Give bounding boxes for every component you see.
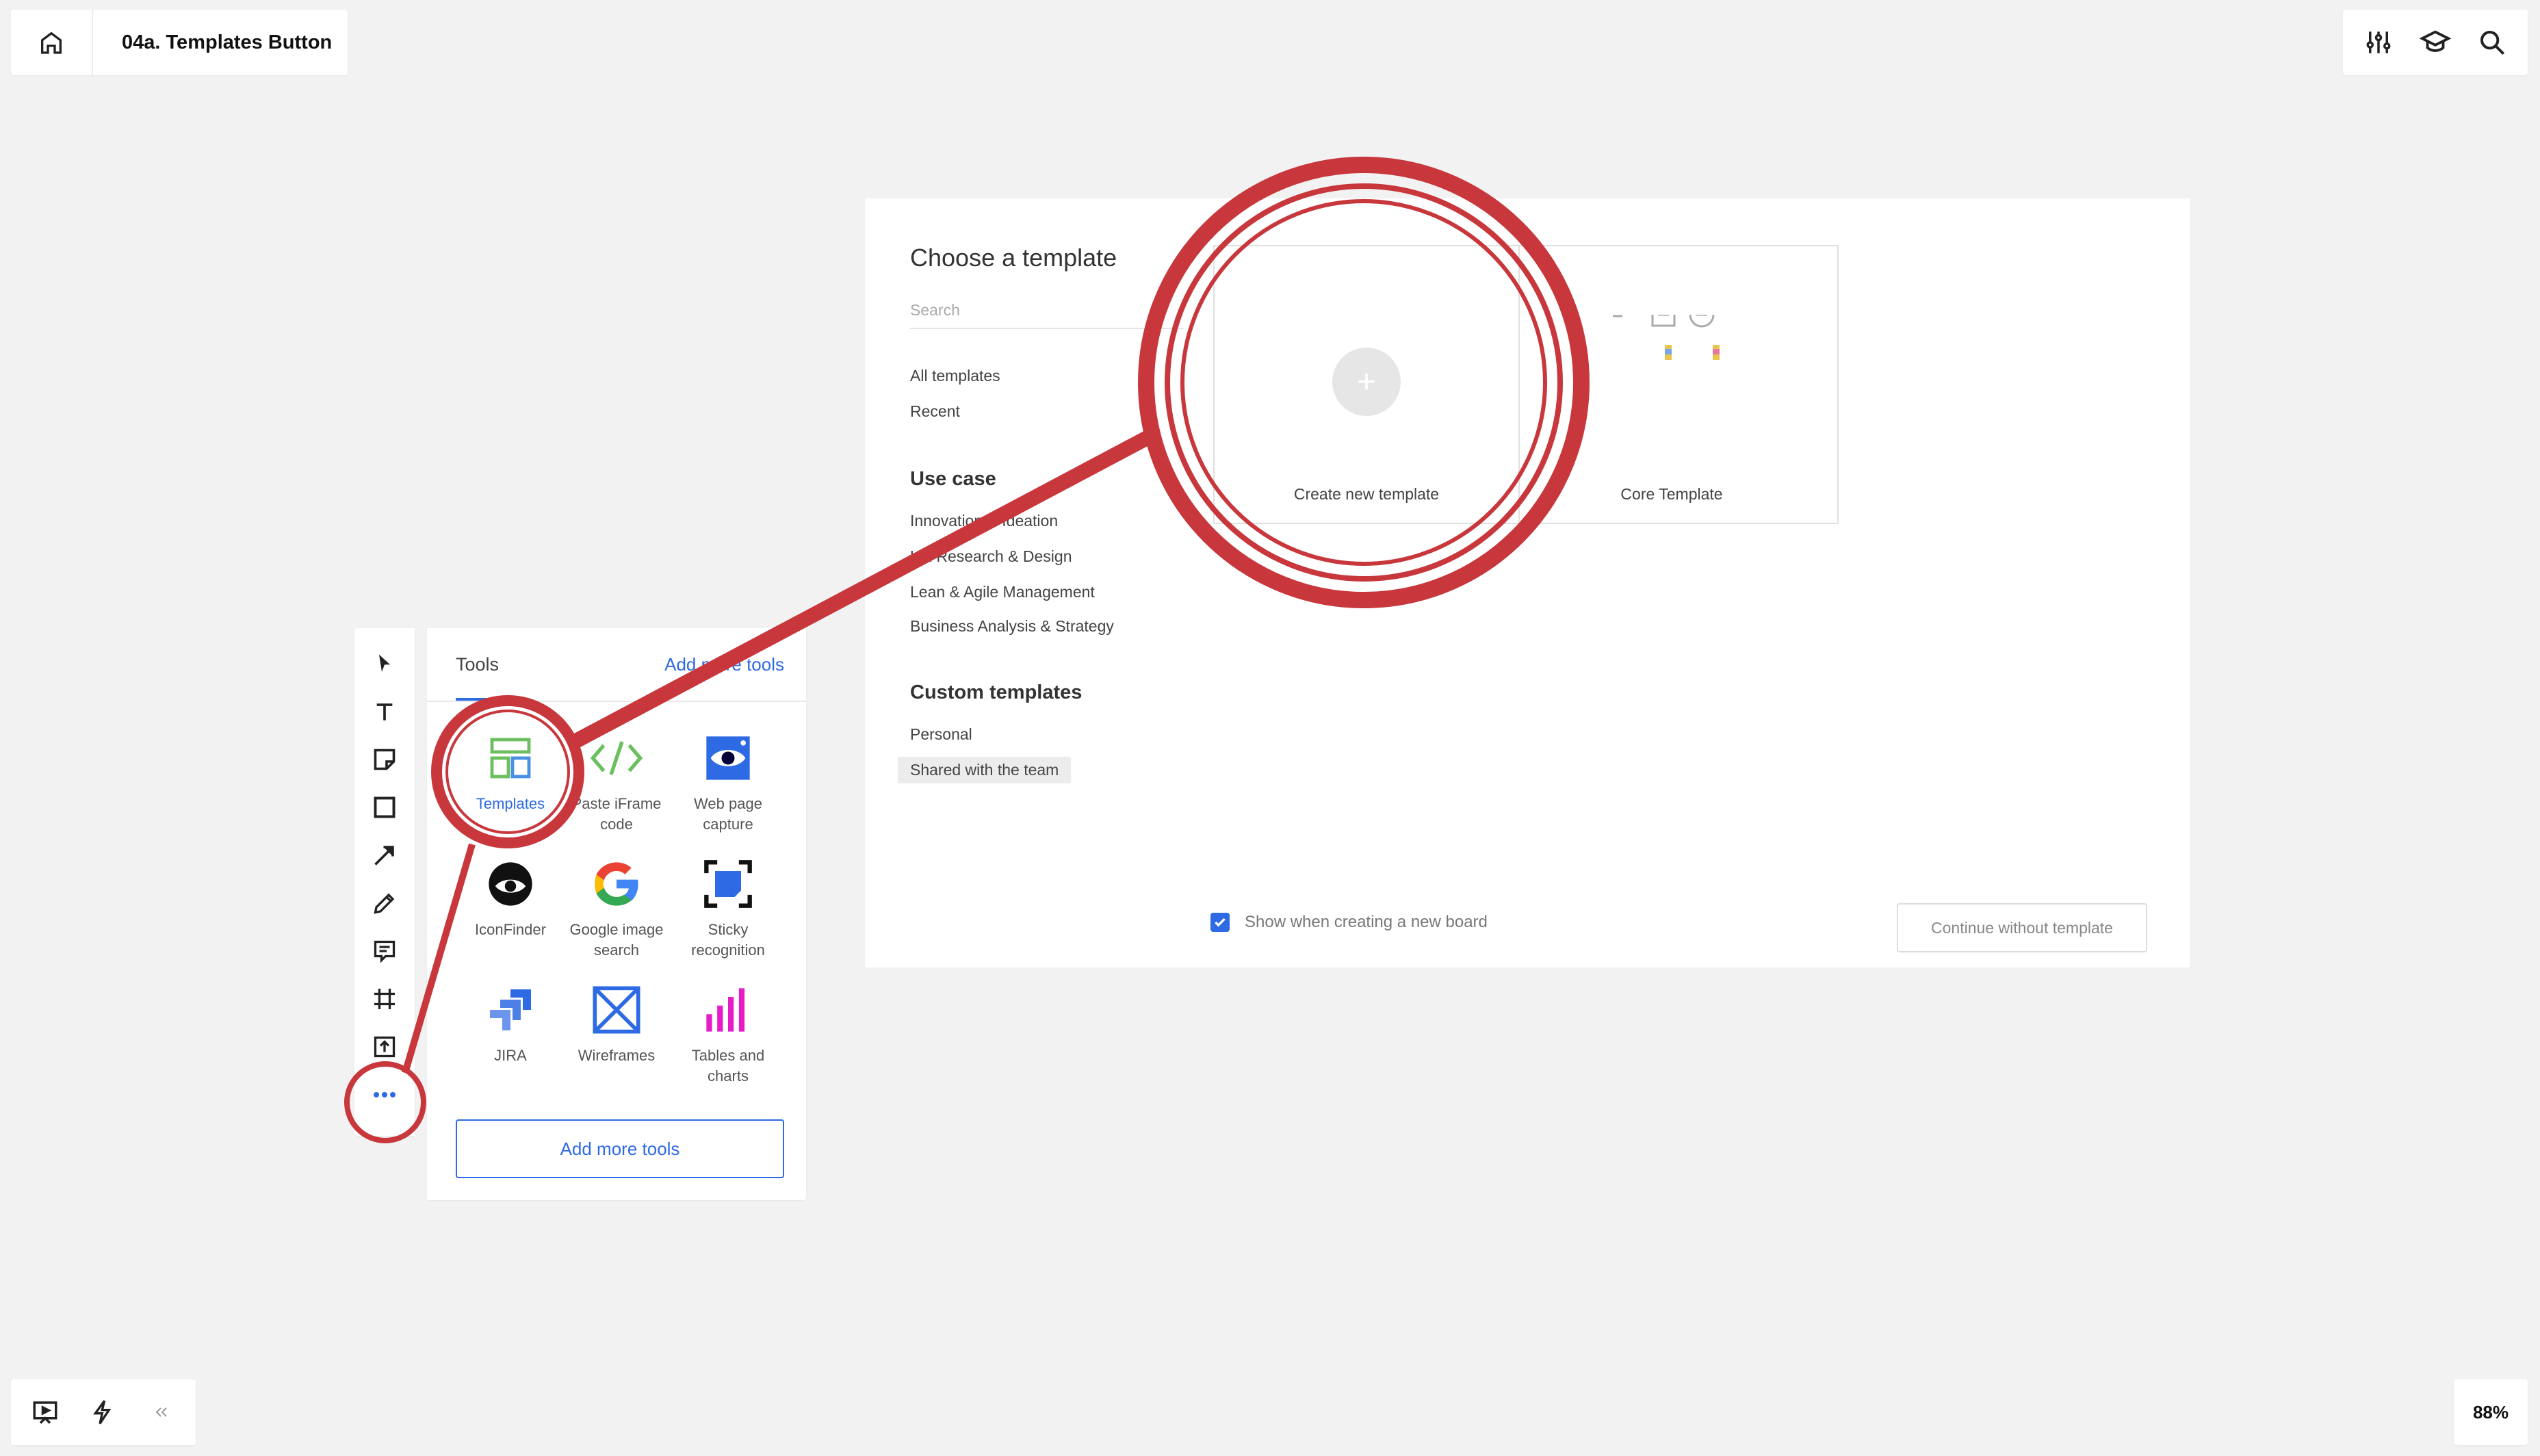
left-toolbar	[354, 628, 415, 1136]
template-cards: + Create new template Core Template	[1213, 245, 1839, 524]
eye-icon	[701, 731, 755, 785]
template-picker-modal: Choose a template Search All templates R…	[865, 198, 2190, 967]
tool-jira[interactable]: JIRA	[456, 983, 565, 1066]
checkbox-checked-icon[interactable]	[1210, 913, 1230, 932]
pen-icon[interactable]	[364, 883, 405, 924]
template-search-input[interactable]: Search	[910, 301, 1184, 329]
iconfinder-icon	[483, 857, 538, 911]
top-right-toolbar	[2343, 10, 2528, 75]
continue-without-template-button[interactable]: Continue without template	[1897, 903, 2147, 952]
tool-label: JIRA	[494, 1047, 527, 1064]
tool-label: Templates	[476, 795, 545, 812]
tab-tools[interactable]: Tools	[456, 654, 499, 675]
board-title[interactable]: 04a. Templates Button	[122, 31, 332, 54]
tool-label: Tables and charts	[691, 1047, 765, 1084]
more-tools-icon[interactable]	[364, 1074, 405, 1115]
core-template-card[interactable]: Core Template	[1518, 246, 1824, 523]
modal-title: Choose a template	[910, 244, 1117, 272]
settings-sliders-icon[interactable]	[2359, 23, 2398, 62]
connection-arrow-icon[interactable]	[364, 835, 405, 876]
plus-icon: +	[1332, 348, 1401, 416]
add-more-tools-button[interactable]: Add more tools	[456, 1119, 784, 1178]
use-case-item[interactable]: UX Research & Design	[910, 547, 1072, 566]
chart-icon	[701, 983, 755, 1037]
header-divider	[92, 10, 93, 75]
tool-web-page-capture[interactable]: Web page capture	[673, 731, 783, 835]
tool-label: Web page capture	[694, 795, 762, 833]
jira-icon	[483, 983, 538, 1037]
tool-label: IconFinder	[475, 921, 546, 938]
frame-icon[interactable]	[364, 978, 405, 1019]
tool-google-image-search[interactable]: Google image search	[562, 857, 671, 961]
use-case-heading: Use case	[910, 468, 996, 490]
sticky-note-icon[interactable]	[364, 739, 405, 780]
custom-templates-heading: Custom templates	[910, 681, 1083, 703]
upload-icon[interactable]	[364, 1026, 405, 1067]
tool-iconfinder[interactable]: IconFinder	[456, 857, 565, 940]
checkbox-label: Show when creating a new board	[1245, 913, 1488, 931]
shape-rectangle-icon[interactable]	[364, 787, 405, 828]
custom-item-personal[interactable]: Personal	[910, 725, 972, 744]
add-more-tools-link[interactable]: Add more tools	[664, 654, 784, 675]
use-case-item[interactable]: Lean & Agile Management	[910, 583, 1095, 601]
google-icon	[589, 857, 644, 911]
zoom-level[interactable]: 88%	[2454, 1379, 2528, 1445]
show-on-new-board-option[interactable]: Show when creating a new board	[1210, 913, 1488, 932]
code-icon	[589, 731, 644, 785]
sticky-recognition-icon	[701, 857, 755, 911]
card-label: Create new template	[1293, 485, 1440, 503]
create-new-template-card[interactable]: + Create new template	[1215, 246, 1518, 523]
learning-cap-icon[interactable]	[2416, 23, 2454, 62]
tool-sticky-recognition[interactable]: Sticky recognition	[673, 857, 783, 961]
card-label: Core Template	[1620, 485, 1723, 503]
tool-templates[interactable]: Templates	[456, 731, 565, 814]
use-case-item[interactable]: Business Analysis & Strategy	[910, 617, 1114, 636]
use-case-item[interactable]: Innovation & Ideation	[910, 512, 1058, 530]
tools-divider	[427, 701, 806, 702]
lightning-icon[interactable]	[84, 1393, 122, 1431]
text-tool-icon[interactable]	[364, 691, 405, 732]
presentation-icon[interactable]	[26, 1393, 64, 1431]
core-template-thumbnail	[1613, 315, 1720, 360]
tool-wireframes[interactable]: Wireframes	[562, 983, 671, 1066]
bottom-left-toolbar	[11, 1379, 196, 1445]
home-icon[interactable]	[36, 27, 67, 58]
search-icon[interactable]	[2473, 23, 2511, 62]
tool-label: Google image search	[569, 921, 664, 959]
tool-tables-and-charts[interactable]: Tables and charts	[673, 983, 783, 1087]
templates-icon	[483, 731, 538, 785]
custom-item-shared[interactable]: Shared with the team	[898, 757, 1072, 783]
tool-label: Paste iFrame code	[571, 795, 662, 833]
board-header: 04a. Templates Button	[11, 10, 348, 75]
tool-paste-iframe[interactable]: Paste iFrame code	[562, 731, 671, 835]
tools-panel: Tools Add more tools Templates Paste iFr…	[427, 628, 806, 1200]
collapse-chevron-icon[interactable]	[142, 1393, 181, 1431]
select-cursor-icon[interactable]	[364, 643, 405, 684]
comment-icon[interactable]	[364, 931, 405, 972]
wireframes-icon	[589, 983, 644, 1037]
nav-all-templates[interactable]: All templates	[910, 367, 1000, 385]
tool-label: Wireframes	[578, 1047, 656, 1064]
tool-label: Sticky recognition	[691, 921, 765, 959]
nav-recent[interactable]: Recent	[910, 402, 960, 421]
